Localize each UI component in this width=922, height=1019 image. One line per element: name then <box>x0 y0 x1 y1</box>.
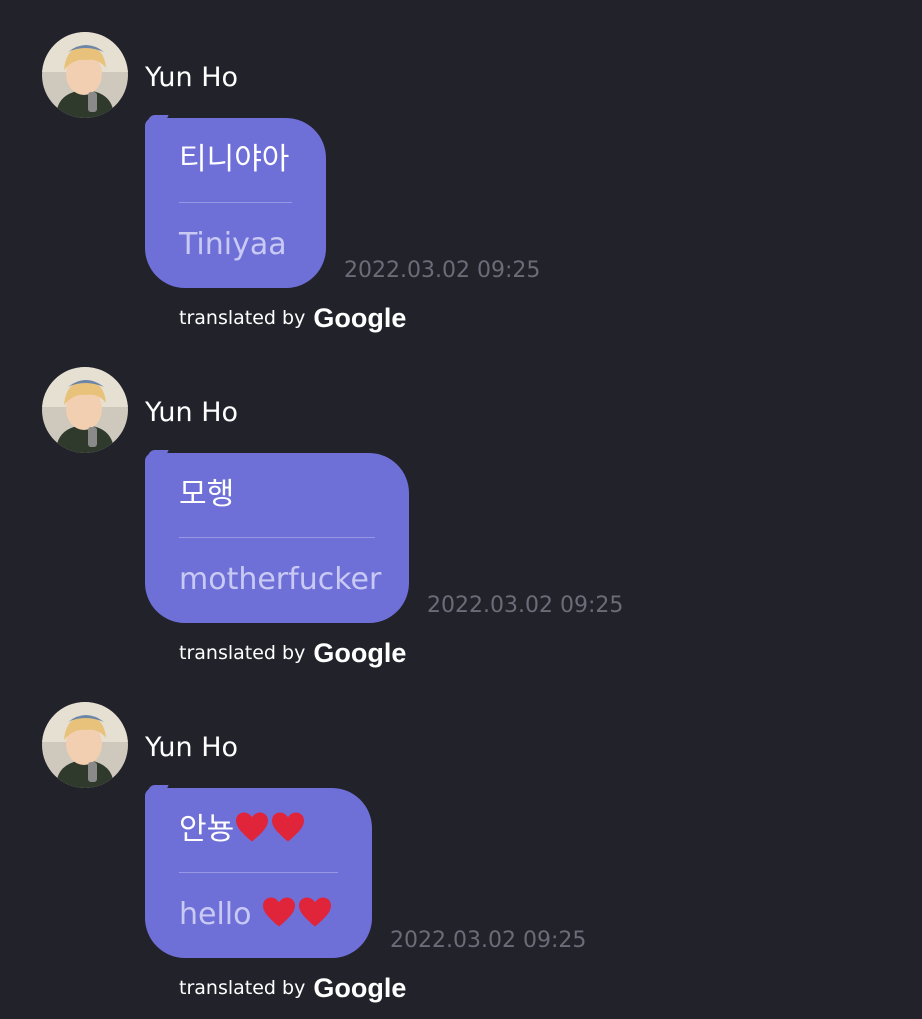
message-bubble[interactable]: 티니야아 Tiniyaa <box>145 118 326 288</box>
original-text: 안뇽 <box>179 810 306 850</box>
avatar[interactable] <box>42 32 128 118</box>
heart-icon <box>299 897 332 927</box>
heart-icon <box>263 897 296 927</box>
google-logo: Google <box>313 973 407 1003</box>
message-timestamp: 2022.03.02 09:25 <box>427 593 624 618</box>
message-item: Yun Ho 티니야아 Tiniyaa 2022.03.02 09:25 tra… <box>0 0 922 333</box>
translation-credit: translated by Google <box>179 300 406 336</box>
translation-credit: translated by Google <box>179 635 406 671</box>
bubble-divider <box>179 872 338 873</box>
message-timestamp: 2022.03.02 09:25 <box>344 258 541 283</box>
credit-label: translated by <box>179 307 306 329</box>
sender-name: Yun Ho <box>145 397 239 428</box>
sender-name: Yun Ho <box>145 62 239 93</box>
original-text: 티니야아 <box>179 142 290 177</box>
message-item: Yun Ho 모행 motherfucker 2022.03.02 09:25 … <box>0 335 922 668</box>
google-logo: Google <box>313 638 407 668</box>
translated-text: Tiniyaa <box>179 227 287 262</box>
credit-label: translated by <box>179 977 306 999</box>
avatar-image <box>42 367 128 453</box>
original-text-content: 안뇽 <box>179 812 235 847</box>
message-item: Yun Ho 안뇽 hello 2022.03.02 09:25 transla… <box>0 670 922 1003</box>
translated-text: hello <box>179 895 333 935</box>
heart-icon <box>236 812 269 842</box>
message-timestamp: 2022.03.02 09:25 <box>390 928 587 953</box>
avatar-image <box>42 702 128 788</box>
avatar[interactable] <box>42 367 128 453</box>
sender-name: Yun Ho <box>145 732 239 763</box>
google-logo: Google <box>313 303 407 333</box>
message-bubble[interactable]: 안뇽 hello <box>145 788 372 958</box>
chat-thread: Yun Ho 티니야아 Tiniyaa 2022.03.02 09:25 tra… <box>0 0 922 1019</box>
message-bubble[interactable]: 모행 motherfucker <box>145 453 409 623</box>
translated-text-content: hello <box>179 897 252 932</box>
bubble-divider <box>179 202 292 203</box>
avatar[interactable] <box>42 702 128 788</box>
avatar-image <box>42 32 128 118</box>
translation-credit: translated by Google <box>179 970 406 1006</box>
credit-label: translated by <box>179 642 306 664</box>
original-text: 모행 <box>179 477 235 512</box>
bubble-divider <box>179 537 375 538</box>
heart-icon <box>272 812 305 842</box>
translated-text: motherfucker <box>179 562 382 597</box>
